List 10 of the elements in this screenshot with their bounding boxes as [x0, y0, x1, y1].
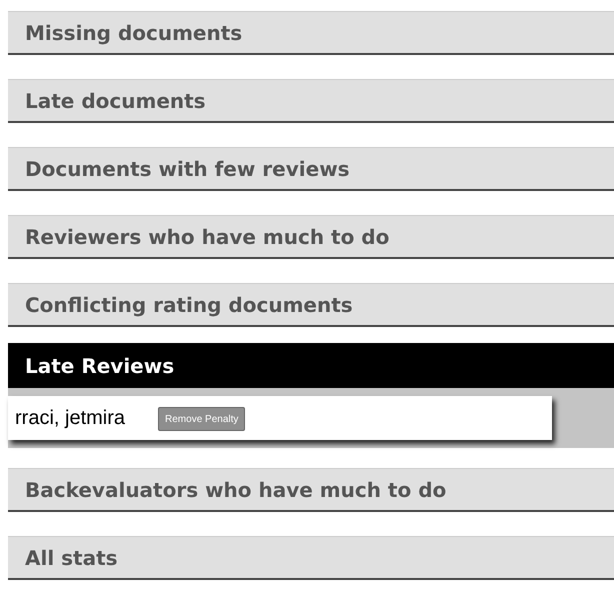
section-header[interactable]: All stats	[8, 536, 614, 580]
section-header[interactable]: Conflicting rating documents	[8, 283, 614, 327]
section-header[interactable]: Documents with few reviews	[8, 147, 614, 191]
section-header[interactable]: Missing documents	[8, 11, 614, 55]
section-header[interactable]: Reviewers who have much to do	[8, 215, 614, 259]
section-header[interactable]: Backevaluators who have much to do	[8, 468, 614, 512]
section-header[interactable]: Late Reviews	[8, 343, 614, 388]
section-header[interactable]: Late documents	[8, 79, 614, 123]
reviewer-names: rraci, jetmira	[15, 406, 126, 431]
remove-penalty-button[interactable]: Remove Penalty	[158, 407, 246, 431]
